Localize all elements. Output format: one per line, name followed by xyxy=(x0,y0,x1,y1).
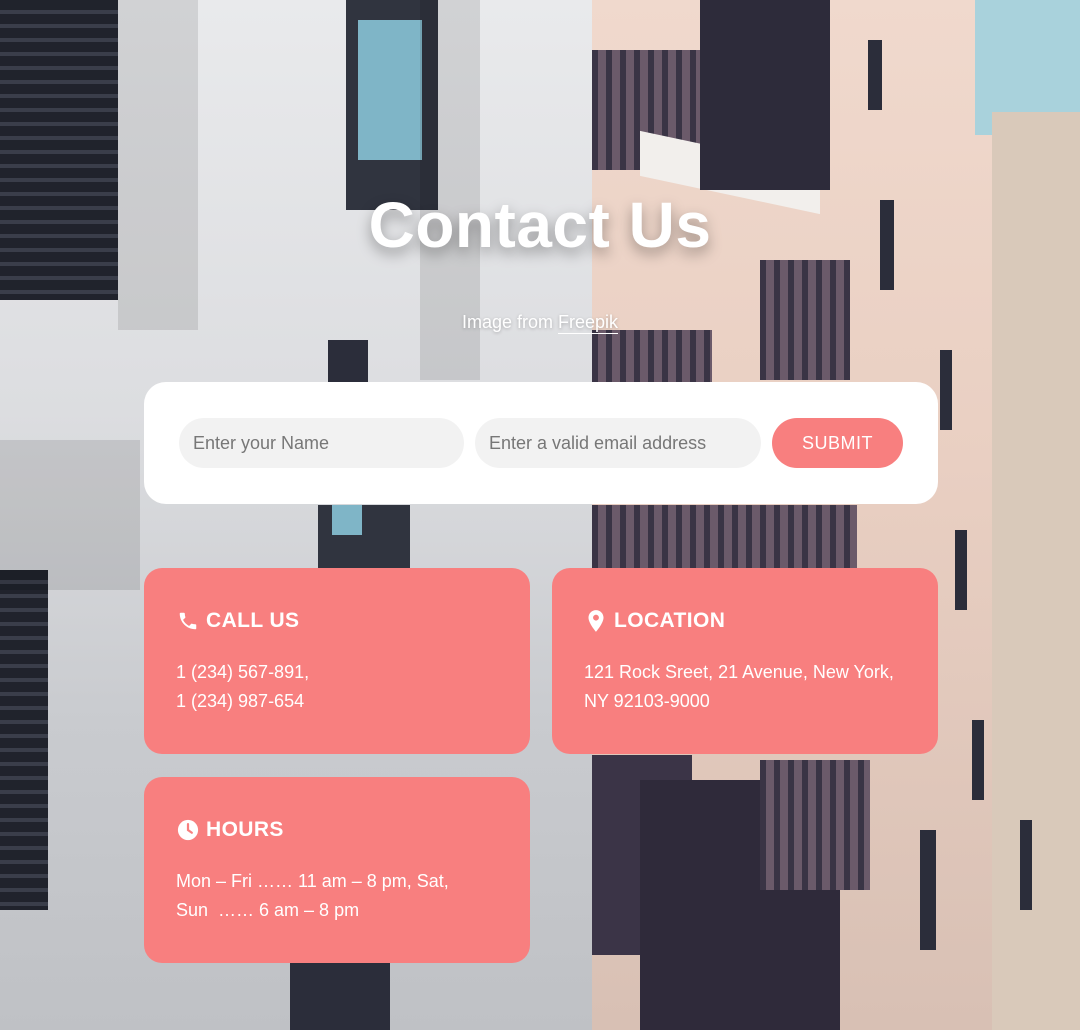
hours-card: HOURS Mon – Fri …… 11 am – 8 pm, Sat, Su… xyxy=(144,777,530,963)
phone-number: 1 (234) 987-654 xyxy=(176,691,305,711)
address-line: 121 Rock Sreet, 21 Avenue, New York, xyxy=(584,662,894,682)
location-text: 121 Rock Sreet, 21 Avenue, New York, NY … xyxy=(584,658,906,716)
image-credit: Image from Freepik xyxy=(0,312,1080,334)
phone-icon xyxy=(176,609,200,633)
page-title: Contact Us xyxy=(368,189,712,261)
subscribe-form: SUBMIT xyxy=(144,382,938,504)
submit-button[interactable]: SUBMIT xyxy=(772,418,903,468)
image-credit-prefix: Image from xyxy=(461,312,558,332)
hours-line: Sun …… 6 am – 8 pm xyxy=(176,900,360,920)
freepik-link[interactable]: Freepik xyxy=(558,312,619,334)
hours-heading: HOURS xyxy=(206,818,284,841)
clock-icon xyxy=(176,818,200,842)
call-us-heading: CALL US xyxy=(206,609,300,632)
address-line: NY 92103-9000 xyxy=(584,691,710,711)
call-us-card: CALL US 1 (234) 567-891, 1 (234) 987-654 xyxy=(144,568,530,754)
name-input[interactable] xyxy=(179,418,464,468)
map-pin-icon xyxy=(584,609,608,633)
email-input[interactable] xyxy=(475,418,761,468)
phone-number: 1 (234) 567-891, xyxy=(176,662,310,682)
hours-text: Mon – Fri …… 11 am – 8 pm, Sat, Sun …… 6… xyxy=(176,867,498,925)
location-heading: LOCATION xyxy=(614,609,726,632)
hours-line: Mon – Fri …… 11 am – 8 pm, Sat, xyxy=(176,871,449,891)
call-us-text: 1 (234) 567-891, 1 (234) 987-654 xyxy=(176,658,498,716)
location-card: LOCATION 121 Rock Sreet, 21 Avenue, New … xyxy=(552,568,938,754)
